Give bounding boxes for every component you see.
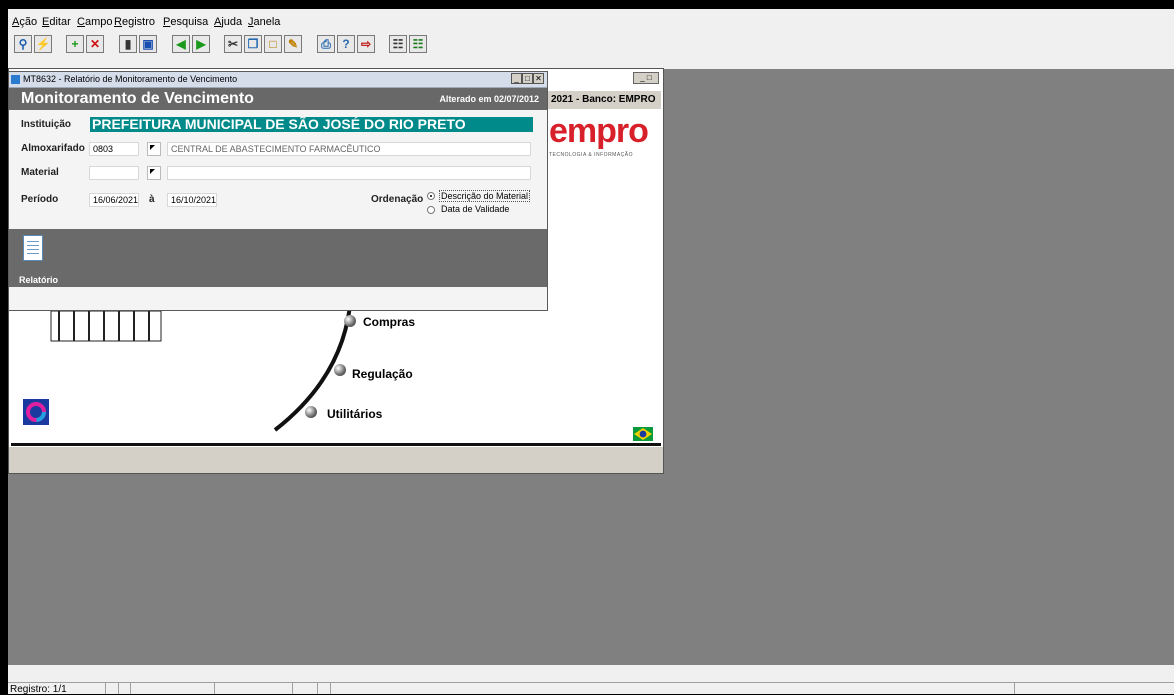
help-icon[interactable]: ? xyxy=(337,35,355,53)
periodo-label: Período xyxy=(21,194,59,205)
insert-icon[interactable]: + xyxy=(66,35,84,53)
almoxarifado-code-field[interactable]: 0803 xyxy=(89,142,139,156)
trash-icon[interactable]: ▮ xyxy=(119,35,137,53)
menu-item-utilitarios[interactable]: Utilitários xyxy=(327,407,382,421)
divider xyxy=(11,443,661,446)
dialog-titlebar: MT8632 - Relatório de Monitoramento de V… xyxy=(9,72,547,88)
utilitarios-bullet xyxy=(305,406,317,418)
almoxarifado-lov-button[interactable] xyxy=(147,142,161,156)
ordenacao-radio-validade[interactable] xyxy=(427,206,435,214)
menu-acao[interactable]: Ação xyxy=(12,16,37,28)
export-icon[interactable]: ☷ xyxy=(409,35,427,53)
save-icon[interactable]: ▣ xyxy=(139,35,157,53)
building-illustration xyxy=(50,310,162,342)
menu-janela[interactable]: Janela xyxy=(248,16,280,28)
cut-icon[interactable]: ✂ xyxy=(224,35,242,53)
minimize-button[interactable]: _ xyxy=(511,73,522,84)
report-icon[interactable]: ☷ xyxy=(389,35,407,53)
exit-icon[interactable]: ⇨ xyxy=(357,35,375,53)
regulacao-bullet xyxy=(334,364,346,376)
edit-icon[interactable]: ✎ xyxy=(284,35,302,53)
menu-bar: Ação Editar Campo Registro Pesquisa Ajud… xyxy=(8,9,1174,31)
periodo-start-field[interactable]: 16/06/2021 xyxy=(89,193,139,207)
maximize-button[interactable]: □ xyxy=(522,73,533,84)
bank-info: 2021 - Banco: EMPRO xyxy=(547,91,661,109)
window-controls[interactable]: _ □ xyxy=(633,72,659,84)
refresh-icon[interactable] xyxy=(23,399,49,425)
compras-bullet xyxy=(344,315,356,327)
changed-date: Alterado em 02/07/2012 xyxy=(439,94,539,104)
next-icon[interactable]: ▶ xyxy=(192,35,210,53)
delete-icon[interactable]: ✕ xyxy=(86,35,104,53)
toolbar: ⚲ ⚡ + ✕ ▮ ▣ ◀ ▶ ✂ ❐ □ ✎ ⎙ ? ⇨ ☷ ☷ xyxy=(8,31,1174,69)
ordenacao-radio-descricao[interactable] xyxy=(427,192,435,200)
material-desc-field xyxy=(167,166,531,180)
menu-campo[interactable]: Campo xyxy=(77,16,112,28)
menu-item-regulacao[interactable]: Regulação xyxy=(352,367,413,381)
brazil-flag-icon[interactable] xyxy=(633,427,653,441)
copy-icon[interactable]: ❐ xyxy=(244,35,262,53)
periodo-end-field[interactable]: 16/10/2021 xyxy=(167,193,217,207)
message-line xyxy=(8,665,1174,682)
ordenacao-label: Ordenação xyxy=(371,194,424,205)
dialog-header: Monitoramento de Vencimento Alterado em … xyxy=(9,88,547,110)
execute-icon[interactable]: ⚡ xyxy=(34,35,52,53)
material-lov-button[interactable] xyxy=(147,166,161,180)
app-icon xyxy=(11,75,20,84)
report-button-label[interactable]: Relatório xyxy=(19,275,58,285)
print-icon[interactable]: ⎙ xyxy=(317,35,335,53)
search-icon[interactable]: ⚲ xyxy=(14,35,32,53)
record-indicator: Registro: 1/1 xyxy=(10,684,67,695)
dialog-button-area: Relatório xyxy=(9,229,547,287)
report-button[interactable] xyxy=(23,235,43,261)
almoxarifado-desc-field: CENTRAL DE ABASTECIMENTO FARMACÊUTICO xyxy=(167,142,531,156)
periodo-separator: à xyxy=(149,194,155,205)
menu-ajuda[interactable]: Ajuda xyxy=(214,16,242,28)
paste-icon[interactable]: □ xyxy=(264,35,282,53)
instituicao-label: Instituição xyxy=(21,119,72,130)
material-code-field[interactable] xyxy=(89,166,139,180)
dialog-form: Instituição PREFEITURA MUNICIPAL DE SÃO … xyxy=(9,110,547,228)
status-bar: Registro: 1/1 xyxy=(8,682,1174,695)
dialog-title: MT8632 - Relatório de Monitoramento de V… xyxy=(23,74,238,84)
previous-icon[interactable]: ◀ xyxy=(172,35,190,53)
menu-pesquisa[interactable]: Pesquisa xyxy=(163,16,208,28)
close-button[interactable]: ✕ xyxy=(533,73,544,84)
menu-item-compras[interactable]: Compras xyxy=(363,315,415,329)
almoxarifado-label: Almoxarifado xyxy=(21,143,85,154)
page-title: Monitoramento de Vencimento xyxy=(21,90,254,107)
empro-logo-subtitle: TECNOLOGIA & INFORMAÇÃO xyxy=(549,152,634,158)
menu-registro[interactable]: Registro xyxy=(114,16,155,28)
ordenacao-option-descricao[interactable]: Descrição do Material xyxy=(439,190,531,202)
ordenacao-option-validade[interactable]: Data de Validade xyxy=(441,204,509,214)
menu-editar[interactable]: Editar xyxy=(42,16,71,28)
empro-logo: empro xyxy=(549,112,649,150)
material-label: Material xyxy=(21,167,59,178)
lower-bar xyxy=(9,447,663,473)
instituicao-field[interactable]: PREFEITURA MUNICIPAL DE SÃO JOSÉ DO RIO … xyxy=(90,117,533,132)
report-dialog: MT8632 - Relatório de Monitoramento de V… xyxy=(8,71,548,311)
